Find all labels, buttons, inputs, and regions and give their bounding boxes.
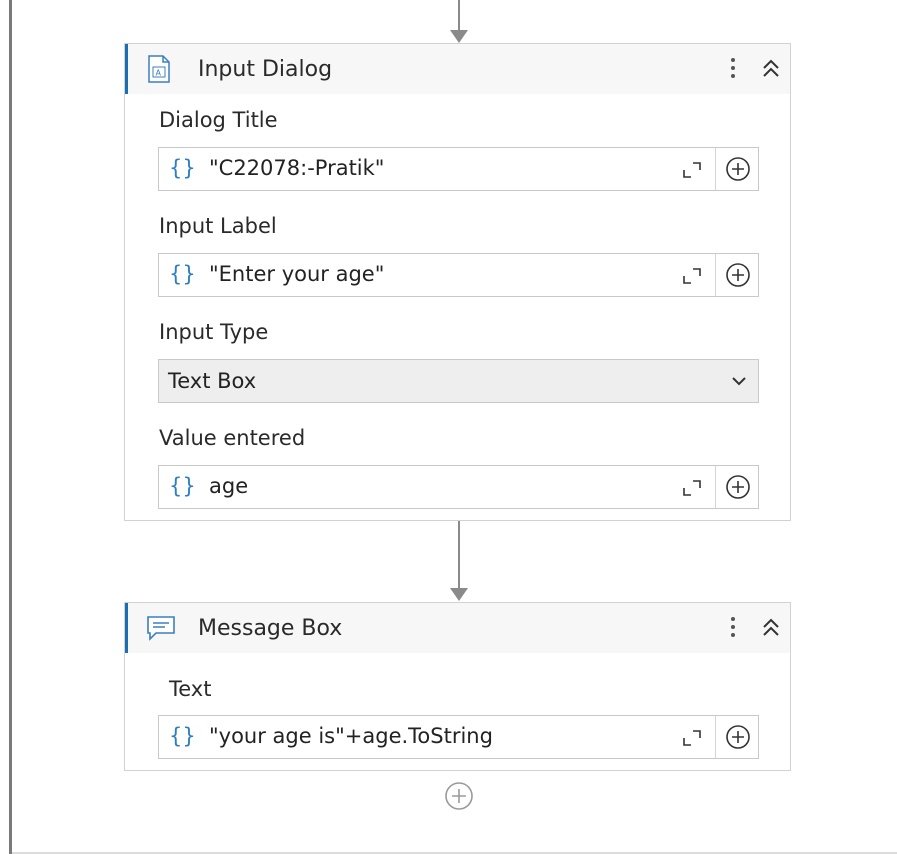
collapse-icon[interactable]: [758, 615, 784, 641]
sequence-connector: [458, 0, 460, 30]
add-variable-button[interactable]: [715, 254, 759, 296]
activity-header[interactable]: A Input Dialog: [125, 44, 790, 94]
add-variable-button[interactable]: [715, 466, 759, 508]
svg-text:A: A: [156, 69, 162, 78]
message-box-activity[interactable]: Message Box Text {} "your age is"+age.To…: [124, 602, 791, 771]
field-label-text: Text: [169, 677, 212, 701]
input-type-selected: Text Box: [168, 369, 257, 393]
add-variable-button[interactable]: [715, 148, 759, 190]
activity-title: Input Dialog: [198, 57, 333, 82]
field-label-input-type: Input Type: [159, 320, 269, 344]
activity-header[interactable]: Message Box: [125, 603, 790, 653]
plus-circle-icon: [726, 725, 750, 749]
dialog-title-field[interactable]: {} "C22078:-Pratik": [158, 147, 759, 191]
canvas-left-border: [9, 0, 12, 854]
expression-braces-icon: {}: [169, 156, 196, 180]
plus-circle-icon: [726, 263, 750, 287]
arrow-down-icon: [450, 30, 468, 43]
field-label-value-entered: Value entered: [159, 426, 306, 450]
more-options-icon[interactable]: [726, 54, 740, 84]
add-variable-button[interactable]: [715, 716, 759, 758]
sequence-connector: [458, 521, 460, 588]
plus-circle-icon: [726, 157, 750, 181]
expand-editor-icon[interactable]: [681, 478, 703, 498]
message-box-icon: [147, 616, 175, 641]
expression-braces-icon: {}: [169, 724, 196, 748]
input-dialog-activity[interactable]: A Input Dialog Dialog Title {} "C22078:-…: [124, 43, 791, 521]
arrow-down-icon: [450, 588, 468, 601]
field-label-input-label: Input Label: [159, 214, 277, 238]
input-label-field[interactable]: {} "Enter your age": [158, 253, 759, 297]
more-options-icon[interactable]: [726, 613, 740, 643]
expand-editor-icon[interactable]: [681, 160, 703, 180]
expand-editor-icon[interactable]: [681, 266, 703, 286]
message-text-value: "your age is"+age.ToString: [209, 724, 493, 748]
input-label-value: "Enter your age": [209, 262, 385, 286]
activity-title: Message Box: [198, 616, 343, 641]
input-type-dropdown[interactable]: Text Box: [158, 359, 759, 403]
message-text-field[interactable]: {} "your age is"+age.ToString: [158, 715, 759, 759]
value-entered-value: age: [209, 474, 249, 498]
collapse-icon[interactable]: [758, 56, 784, 82]
plus-circle-icon: [726, 475, 750, 499]
expand-editor-icon[interactable]: [681, 728, 703, 748]
value-entered-field[interactable]: {} age: [158, 465, 759, 509]
expression-braces-icon: {}: [169, 474, 196, 498]
add-activity-icon[interactable]: [443, 780, 475, 812]
input-dialog-icon: A: [148, 55, 170, 83]
dialog-title-value: "C22078:-Pratik": [209, 156, 385, 180]
expression-braces-icon: {}: [169, 262, 196, 286]
field-label-dialog-title: Dialog Title: [159, 108, 278, 132]
chevron-down-icon: [732, 377, 746, 386]
